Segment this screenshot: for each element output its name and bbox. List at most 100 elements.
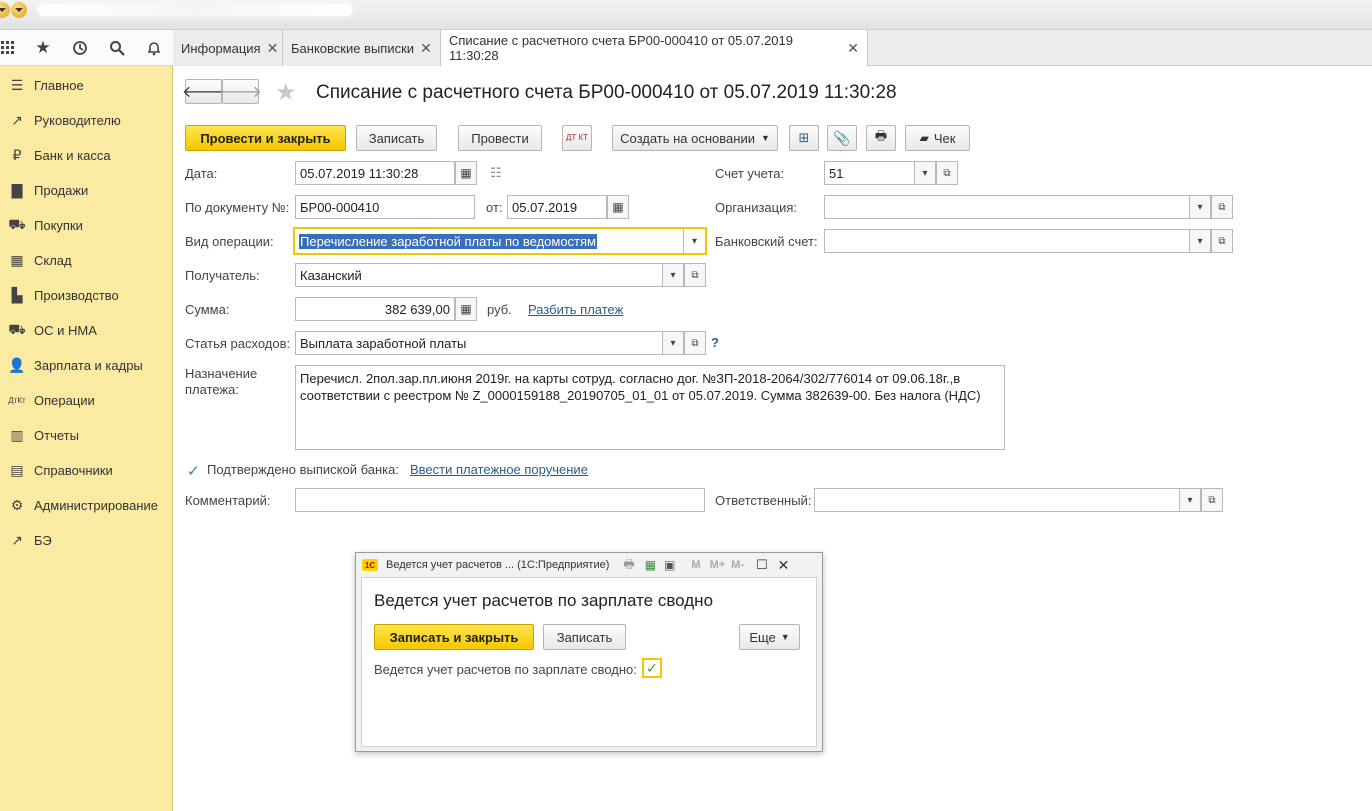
favorite-star-icon[interactable]: ★ (275, 78, 297, 107)
doc-number-field[interactable]: БР00-000410 (295, 195, 475, 219)
close-icon[interactable]: ✕ (267, 40, 279, 57)
summary-checkbox[interactable]: ✓ (642, 658, 662, 678)
comment-field[interactable] (295, 488, 705, 512)
spreadsheet-icon[interactable]: ▦ (645, 558, 656, 572)
sidebar-item-reports[interactable]: ▥ Отчеты (0, 418, 173, 453)
organization-open-button[interactable]: ⧉ (1211, 195, 1233, 219)
sidebar-item-operations[interactable]: ДтКт Операции (0, 383, 173, 418)
split-payment-link[interactable]: Разбить платеж (528, 302, 623, 317)
print-icon[interactable]: 🖶 (623, 555, 634, 576)
recipient-field[interactable]: Казанский (295, 263, 663, 287)
bank-account-open-button[interactable]: ⧉ (1211, 229, 1233, 253)
forward-button[interactable]: 🡒 (219, 79, 262, 104)
attach-button[interactable]: 📎 (827, 125, 857, 151)
operation-type-field[interactable]: Перечисление заработной платы по ведомос… (293, 227, 685, 255)
sum-label: Сумма: (185, 302, 230, 317)
dialog-body: Ведется учет расчетов по зарплате сводно… (361, 577, 817, 747)
maximize-icon[interactable]: ☐ (756, 557, 768, 573)
chevron-down-icon: ▾ (691, 235, 698, 247)
date-field[interactable]: 05.07.2019 11:30:28 (295, 161, 455, 185)
organization-field[interactable] (824, 195, 1190, 219)
structure-button[interactable]: ⊞ (789, 125, 819, 151)
currency-label: руб. (487, 302, 512, 317)
bank-account-dropdown[interactable]: ▾ (1189, 229, 1211, 253)
account-field[interactable]: 51 (824, 161, 915, 185)
responsible-open-button[interactable]: ⧉ (1201, 488, 1223, 512)
close-icon[interactable]: ✕ (420, 40, 432, 57)
list-icon[interactable]: ☷ (490, 165, 502, 181)
sidebar-item-purchases[interactable]: ⛟ Покупки (0, 208, 173, 243)
expense-item-field[interactable]: Выплата заработной платы (295, 331, 663, 355)
dialog-titlebar: 1С Ведется учет расчетов ... (1С:Предпри… (356, 553, 822, 577)
person-icon: 👤 (8, 357, 26, 373)
purpose-textarea[interactable]: Перечисл. 2пол.зар.пл.июня 2019г. на кар… (295, 365, 1005, 450)
history-icon[interactable] (70, 38, 90, 58)
search-icon[interactable] (107, 38, 127, 58)
memory-icon[interactable]: M (691, 559, 700, 571)
sidebar-item-production[interactable]: ▙ Производство (0, 278, 173, 313)
operation-type-value: Перечисление заработной платы по ведомос… (299, 233, 597, 249)
star-icon[interactable]: ★ (33, 38, 53, 58)
receipt-button[interactable]: ▰ Чек (905, 125, 970, 151)
date-label: Дата: (185, 166, 218, 181)
expense-dropdown[interactable]: ▾ (662, 331, 684, 355)
bank-account-field[interactable] (824, 229, 1190, 253)
sidebar-item-warehouse[interactable]: ▦ Склад (0, 243, 173, 278)
sidebar-item-sales[interactable]: ▇ Продажи (0, 173, 173, 208)
dropdown-menu-icon[interactable] (11, 2, 27, 18)
confirmed-checkbox[interactable]: ✓ (187, 462, 200, 480)
sidebar-item-references[interactable]: ▤ Справочники (0, 453, 173, 488)
sidebar-item-be[interactable]: ↗ БЭ (0, 523, 173, 558)
gear-icon: ⚙ (10, 497, 24, 513)
sidebar-item-label: Зарплата и кадры (34, 358, 143, 373)
responsible-field[interactable] (814, 488, 1180, 512)
calculator-button[interactable]: ▦ (455, 297, 477, 321)
tab-information[interactable]: Информация ✕ (173, 30, 283, 66)
tab-bank-statements[interactable]: Банковские выписки ✕ (283, 30, 441, 66)
post-button[interactable]: Провести (458, 125, 542, 151)
open-icon: ⧉ (691, 269, 699, 281)
bank-account-label: Банковский счет: (715, 234, 818, 249)
back-button[interactable]: 🡐 (182, 79, 225, 104)
responsible-dropdown[interactable]: ▾ (1179, 488, 1201, 512)
memory-minus-icon[interactable]: M- (731, 559, 744, 571)
sidebar-item-salary[interactable]: 👤 Зарплата и кадры (0, 348, 173, 383)
memory-plus-icon[interactable]: M+ (710, 559, 726, 571)
account-open-button[interactable]: ⧉ (936, 161, 958, 185)
save-button[interactable]: Записать (356, 125, 437, 151)
organization-dropdown[interactable]: ▾ (1189, 195, 1211, 219)
recipient-dropdown[interactable]: ▾ (662, 263, 684, 287)
sum-field[interactable]: 382 639,00 (295, 297, 455, 321)
apps-grid-icon[interactable] (0, 38, 18, 58)
print-button[interactable]: 🖶 (866, 125, 896, 151)
operation-type-dropdown[interactable]: ▾ (683, 227, 707, 255)
save-and-close-button[interactable]: Записать и закрыть (374, 624, 534, 650)
help-icon[interactable]: ? (711, 335, 719, 350)
more-button[interactable]: Еще ▼ (739, 624, 800, 650)
sidebar-item-main[interactable]: ☰ Главное (0, 68, 173, 103)
cash-register-icon: ▰ (919, 131, 929, 145)
enter-payment-order-link[interactable]: Ввести платежное поручение (410, 462, 588, 477)
dt-kt-button[interactable]: ДТ КТ (562, 125, 592, 151)
calendar-button[interactable]: ▦ (455, 161, 477, 185)
dialog-save-button[interactable]: Записать (543, 624, 626, 650)
organization-label: Организация: (715, 200, 798, 215)
create-based-on-button[interactable]: Создать на основании ▼ (612, 125, 778, 151)
sidebar-item-admin[interactable]: ⚙ Администрирование (0, 488, 173, 523)
close-icon[interactable]: ✕ (847, 40, 859, 57)
calendar-button[interactable]: ▦ (607, 195, 629, 219)
expense-open-button[interactable]: ⧉ (684, 331, 706, 355)
sidebar-item-assets[interactable]: ⛟ ОС и НМА (0, 313, 173, 348)
sidebar-item-bank[interactable]: ₽ Банк и касса (0, 138, 173, 173)
close-icon[interactable]: ✕ (778, 557, 790, 574)
bell-icon[interactable] (144, 38, 164, 58)
from-date-field[interactable]: 05.07.2019 (507, 195, 607, 219)
tabs-bar: Информация ✕ Банковские выписки ✕ Списан… (173, 30, 1372, 67)
calendar-icon[interactable]: ▣ (664, 558, 675, 572)
sidebar-item-management[interactable]: ↗ Руководителю (0, 103, 173, 138)
account-dropdown[interactable]: ▾ (914, 161, 936, 185)
tab-writeoff-document[interactable]: Списание с расчетного счета БР00-000410 … (441, 30, 868, 67)
truck-icon: ⛟ (8, 321, 26, 337)
recipient-open-button[interactable]: ⧉ (684, 263, 706, 287)
post-and-close-button[interactable]: Провести и закрыть (185, 125, 346, 151)
